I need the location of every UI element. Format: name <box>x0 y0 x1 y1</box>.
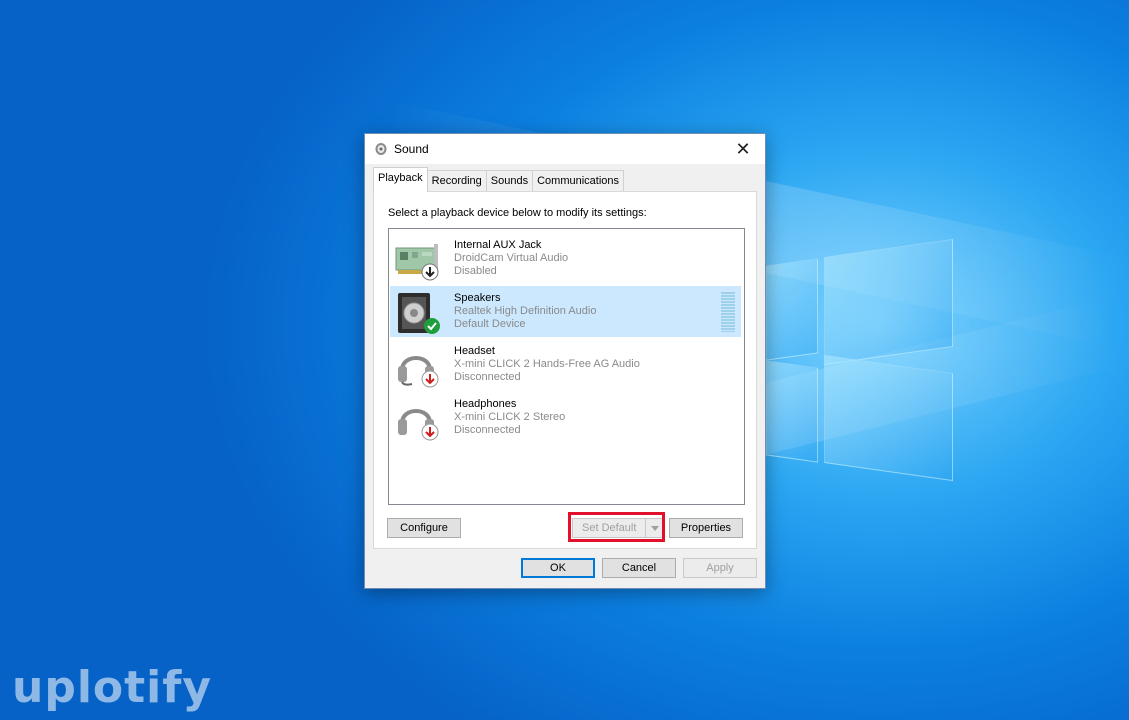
device-driver: Realtek High Definition Audio <box>454 305 597 317</box>
ok-button[interactable]: OK <box>521 558 595 578</box>
volume-level-meter <box>721 292 735 332</box>
device-status: Disconnected <box>454 371 521 383</box>
device-text: Speakers Realtek High Definition Audio D… <box>454 292 596 331</box>
tab-bar: Playback Recording Sounds Communications <box>373 167 625 192</box>
device-name: Headphones <box>454 398 517 410</box>
device-driver: X-mini CLICK 2 Hands-Free AG Audio <box>454 358 640 370</box>
instruction-text: Select a playback device below to modify… <box>388 207 647 219</box>
watermark-logo: uplotify <box>12 662 213 713</box>
tab-recording[interactable]: Recording <box>426 170 487 192</box>
tab-sounds[interactable]: Sounds <box>485 170 534 192</box>
device-status: Disabled <box>454 265 497 277</box>
playback-panel: Select a playback device below to modify… <box>373 191 757 549</box>
properties-button[interactable]: Properties <box>669 518 743 538</box>
device-text: Internal AUX Jack DroidCam Virtual Audio… <box>454 239 568 278</box>
device-driver: DroidCam Virtual Audio <box>454 252 569 264</box>
tab-playback[interactable]: Playback <box>373 167 428 192</box>
device-name: Speakers <box>454 292 501 304</box>
device-status: Default Device <box>454 318 526 330</box>
device-name: Headset <box>454 345 495 357</box>
device-text: Headset X-mini CLICK 2 Hands-Free AG Aud… <box>454 345 640 384</box>
device-item-internal-aux-jack[interactable]: Internal AUX Jack DroidCam Virtual Audio… <box>390 233 741 284</box>
device-item-headphones[interactable]: Headphones X-mini CLICK 2 Stereo Disconn… <box>390 392 741 443</box>
cancel-button[interactable]: Cancel <box>602 558 676 578</box>
device-item-headset[interactable]: Headset X-mini CLICK 2 Hands-Free AG Aud… <box>390 339 741 390</box>
device-list[interactable]: Internal AUX Jack DroidCam Virtual Audio… <box>388 228 745 505</box>
headphones-icon <box>398 409 439 441</box>
close-button[interactable]: ✕ <box>721 134 765 164</box>
device-item-speakers[interactable]: Speakers Realtek High Definition Audio D… <box>390 286 741 337</box>
headset-icon <box>398 356 439 388</box>
set-default-highlight <box>568 512 665 542</box>
apply-button[interactable]: Apply <box>683 558 757 578</box>
speaker-icon <box>398 293 440 334</box>
speaker-title-icon <box>375 143 387 155</box>
device-name: Internal AUX Jack <box>454 239 542 251</box>
configure-button[interactable]: Configure <box>387 518 461 538</box>
device-driver: X-mini CLICK 2 Stereo <box>454 411 566 423</box>
tab-communications[interactable]: Communications <box>532 170 625 192</box>
device-text: Headphones X-mini CLICK 2 Stereo Disconn… <box>454 398 565 437</box>
title-bar[interactable]: Sound ✕ <box>365 134 765 164</box>
sound-dialog: Sound ✕ Playback Recording Sounds Commun… <box>364 133 766 589</box>
device-status: Disconnected <box>454 424 521 436</box>
close-icon: ✕ <box>735 138 751 159</box>
sound-card-icon <box>395 244 439 281</box>
window-title: Sound <box>394 142 429 156</box>
